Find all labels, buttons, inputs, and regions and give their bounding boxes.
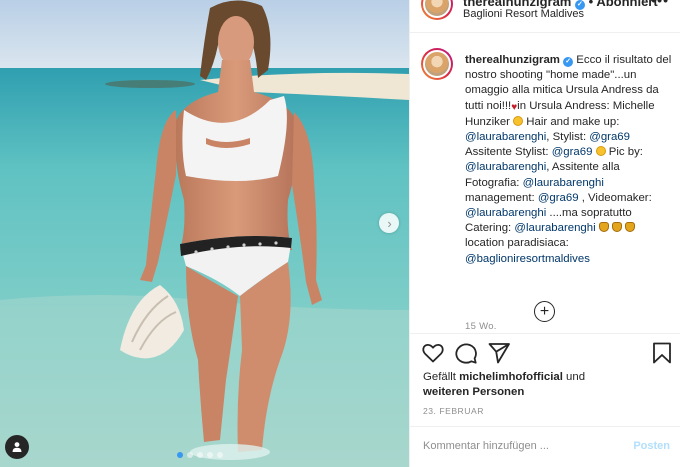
more-options-icon[interactable]: •••: [651, 0, 669, 8]
caption-segment: management:: [465, 191, 538, 204]
smiling-emoji-icon: [513, 115, 524, 126]
like-button[interactable]: [421, 341, 445, 365]
chevron-right-icon: ›: [387, 215, 392, 231]
caption-text: therealhunzigram ✓ Ecco il risultato del…: [465, 53, 675, 267]
caption-segment: Pic by:: [605, 146, 643, 159]
save-button[interactable]: [650, 341, 674, 365]
tagged-users-button[interactable]: [5, 435, 29, 459]
post-date[interactable]: 23. FEBRUAR: [423, 406, 484, 416]
cooking-pot-emoji-icon: [598, 222, 609, 233]
follow-status-button[interactable]: Abonniert: [596, 0, 657, 9]
mention-link[interactable]: @gra69: [552, 146, 593, 158]
liked-by-username[interactable]: michelimhofofficial: [459, 371, 563, 383]
caption-segment: location paradisiaca:: [465, 237, 569, 250]
plus-circle-icon: +: [539, 302, 550, 320]
author-avatar[interactable]: [421, 0, 453, 20]
cooking-pot-emoji-icon: [625, 222, 636, 233]
actions-divider: [410, 333, 680, 334]
mention-link[interactable]: @laurabarenghi: [523, 177, 604, 189]
header-divider: [410, 32, 680, 33]
paper-plane-icon: [488, 343, 510, 364]
caption-segment: , Videomaker:: [578, 191, 652, 204]
post-comment-button[interactable]: Posten: [633, 440, 670, 452]
beach-photo-image: [0, 0, 409, 467]
caption-segment: , Stylist:: [546, 131, 590, 144]
carousel-dot: [187, 452, 193, 458]
carousel-dot: [217, 452, 223, 458]
header-separator: •: [588, 0, 594, 9]
comment-input[interactable]: [423, 440, 623, 452]
mention-link[interactable]: @laurabarenghi: [465, 207, 546, 219]
mention-link[interactable]: @gra69: [538, 192, 579, 204]
comment-divider: [410, 426, 680, 427]
post-photo[interactable]: ›: [0, 0, 409, 467]
caption-username[interactable]: therealhunzigram: [465, 54, 560, 66]
carousel-dot: [197, 452, 203, 458]
caption-segment: Assitente Stylist:: [465, 146, 552, 159]
person-icon: [12, 442, 22, 452]
carousel-dot: [177, 452, 183, 458]
likes-conjunction: und: [562, 371, 586, 383]
carousel-indicators: [177, 452, 223, 458]
share-button[interactable]: [487, 341, 511, 365]
next-slide-button[interactable]: ›: [379, 213, 399, 233]
likes-prefix: Gefällt: [423, 371, 460, 383]
mention-link[interactable]: @laurabarenghi: [465, 161, 546, 173]
post-details-panel: therealhunzigram ✓ • Abonniert Baglioni …: [409, 0, 680, 467]
bookmark-icon: [653, 342, 671, 364]
likes-others-link[interactable]: weiteren Personen: [423, 386, 524, 398]
mention-link[interactable]: @laurabarenghi: [514, 222, 595, 234]
smiling-emoji-icon: [595, 146, 606, 157]
caption-avatar[interactable]: [421, 48, 453, 80]
comment-icon: [455, 343, 477, 364]
post-location[interactable]: Baglioni Resort Maldives: [463, 8, 584, 20]
load-more-comments-button[interactable]: +: [534, 301, 555, 322]
post-header: therealhunzigram ✓ • Abonniert Baglioni …: [410, 0, 680, 33]
caption-segment: Hair and make up:: [523, 115, 620, 128]
mention-link[interactable]: @laurabarenghi: [465, 131, 546, 143]
mention-link[interactable]: @baglioniresortmaldives: [465, 253, 590, 265]
comment-button[interactable]: [454, 341, 478, 365]
likes-summary: Gefällt michelimhofofficial und weiteren …: [423, 370, 673, 399]
mention-link[interactable]: @gra69: [589, 131, 630, 143]
carousel-dot: [207, 452, 213, 458]
cooking-pot-emoji-icon: [611, 222, 622, 233]
heart-icon: [422, 344, 444, 363]
caption-time-ago[interactable]: 15 Wo.: [465, 321, 497, 332]
verified-badge-icon: ✓: [563, 57, 574, 67]
